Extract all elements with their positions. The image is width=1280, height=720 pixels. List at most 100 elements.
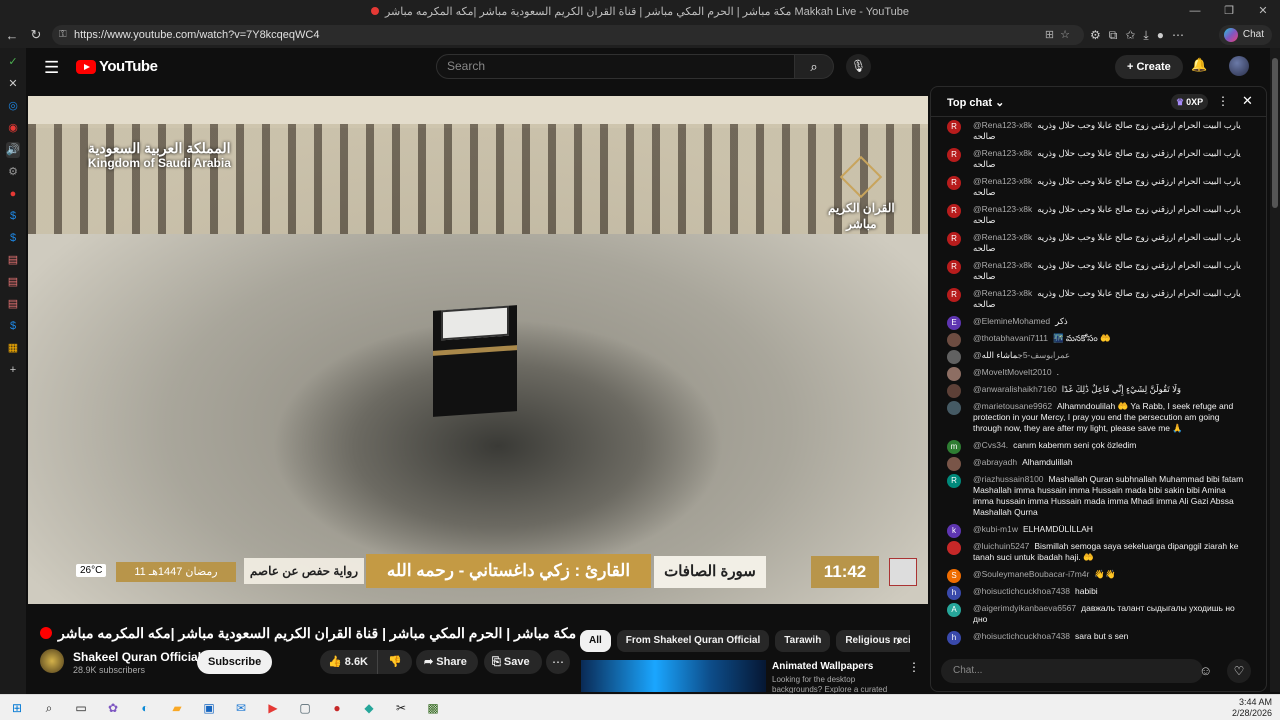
tab-icon-dollar-1[interactable]: $ [6,208,20,224]
minimize-button[interactable]: — [1178,0,1212,22]
dislike-button[interactable]: 👎 [378,650,412,674]
task-view-icon[interactable]: ▭ [70,699,92,717]
app-icon-5[interactable]: ▩ [422,699,444,717]
chat-username[interactable]: @abrayadh [973,457,1017,467]
chat-avatar[interactable]: R [947,288,961,302]
scrollbar-thumb[interactable] [1272,58,1278,208]
app-icon-3[interactable]: ◆ [358,699,380,717]
subscribe-button[interactable]: Subscribe [197,650,273,674]
notifications-icon[interactable]: 🔔 [1191,57,1207,73]
taskbar-clock[interactable]: 3:44 AM 2/28/2026 [1232,697,1272,719]
video-player[interactable]: المملكة العربية السعودية Kingdom of Saud… [28,96,928,604]
like-button[interactable]: 👍 8.6K [320,650,378,674]
site-info-icon[interactable]: ⚿ [59,25,67,45]
chat-username[interactable]: @hoisuctichcuckhoa7438 [973,631,1070,641]
app-icon-1[interactable]: ▢ [294,699,316,717]
chat-avatar[interactable] [947,457,961,471]
emoji-icon[interactable]: ☺ [1199,663,1212,678]
chip-tarawih[interactable]: Tarawih [775,630,831,652]
file-explorer-icon[interactable]: ▰ [166,699,188,717]
chat-avatar[interactable]: m [947,440,961,454]
chat-avatar[interactable]: S [947,569,961,583]
chevron-right-icon[interactable]: › [896,632,901,648]
chat-avatar[interactable] [947,333,961,347]
recommendation-menu-icon[interactable]: ⋮ [908,660,920,674]
channel-name[interactable]: Shakeel Quran Official [73,650,201,664]
chat-username[interactable]: @Rena123-x8k [973,176,1032,186]
close-chat-icon[interactable]: ✕ [1242,93,1253,109]
app-icon-4[interactable]: ✂ [390,699,412,717]
downloads-icon[interactable]: ⤓ [1143,25,1148,45]
chat-input[interactable]: Chat... [941,659,1203,683]
chat-avatar[interactable]: R [947,148,961,162]
edge-icon[interactable]: ◐ [134,699,156,717]
chat-avatar[interactable] [947,541,961,555]
chat-avatar[interactable]: R [947,232,961,246]
tab-icon-audio[interactable]: 🔊 [6,142,20,158]
reload-icon[interactable]: ↻ [24,27,48,43]
share-button[interactable]: ➦ Share [416,650,478,674]
tab-icon-dollar-2[interactable]: $ [6,230,20,246]
chat-username[interactable]: @kubi-m1w [973,524,1018,534]
chat-avatar[interactable]: R [947,474,961,488]
chat-username[interactable]: @Rena123-x8k [973,148,1032,158]
chat-avatar[interactable]: R [947,176,961,190]
chat-username[interactable]: @ElemineMohamed [973,316,1050,326]
tab-icon-image-1[interactable]: ▤ [6,252,20,268]
chip-from-channel[interactable]: From Shakeel Quran Official [616,630,770,652]
store-icon[interactable]: ▣ [198,699,220,717]
chat-username[interactable]: @Rena123-x8k [973,120,1032,130]
outlook-icon[interactable]: ✉ [230,699,252,717]
chat-avatar[interactable]: A [947,603,961,617]
page-scrollbar[interactable] [1270,48,1280,692]
maximize-button[interactable]: ❐ [1212,0,1246,22]
chat-username[interactable]: @SouleymaneBoubacar-i7m4r [973,569,1089,579]
profile-icon[interactable]: ● [1157,25,1164,45]
close-window-button[interactable]: ✕ [1246,0,1280,22]
search-button[interactable]: ⌕ [794,54,834,79]
xp-badge[interactable]: ♛ 0XP [1171,94,1209,110]
chat-avatar[interactable] [947,367,961,381]
chat-username[interactable]: @riazhussain8100 [973,474,1044,484]
chat-avatar[interactable] [947,401,961,415]
chat-avatar[interactable]: R [947,120,961,134]
chat-username[interactable]: @aigerimdyikanbaeva6567 [973,603,1076,613]
chat-username[interactable]: @anwaralishaikh7160 [973,384,1057,394]
add-tab-icon[interactable]: + [6,362,20,378]
heart-reaction-button[interactable]: ♡ [1227,659,1251,683]
copilot-taskbar-icon[interactable]: ✿ [102,699,124,717]
save-button[interactable]: ⎘ Save [484,650,542,674]
chat-avatar[interactable] [947,350,961,364]
chat-avatar[interactable] [947,384,961,398]
chat-username[interactable]: @Rena123-x8k [973,204,1032,214]
chat-avatar[interactable]: E [947,316,961,330]
tab-icon-image-2[interactable]: ▤ [6,274,20,290]
chip-all[interactable]: All [580,630,611,652]
windows-start-icon[interactable]: ⊞ [6,699,28,717]
tab-icon-check[interactable]: ✓ [6,54,20,70]
taskbar-search-icon[interactable]: ⌕ [38,699,60,717]
app-icon-2[interactable]: ● [326,699,348,717]
back-icon[interactable]: ← [0,28,24,43]
youtube-taskbar-icon[interactable]: ▶ [262,699,284,717]
split-screen-icon[interactable]: ⧉ [1109,25,1118,45]
search-input[interactable]: Search [436,54,796,79]
voice-search-button[interactable]: 🎙 [846,54,871,79]
tab-icon-settings[interactable]: ⚙ [6,164,20,180]
chat-username[interactable]: @thotabhavani7111 [973,333,1048,343]
url-field[interactable]: ⚿ https://www.youtube.com/watch?v=7Y8kcq… [52,25,1084,45]
youtube-logo[interactable]: YouTube [76,58,158,75]
tab-icon-image-3[interactable]: ▤ [6,296,20,312]
tab-icon-close[interactable]: ✕ [6,76,20,92]
more-actions-button[interactable]: ⋯ [546,650,570,674]
chat-avatar[interactable]: R [947,260,961,274]
chat-avatar[interactable]: k [947,524,961,538]
chat-username[interactable]: @hoisuctichcuckhoa7438 [973,586,1070,596]
chat-username[interactable]: @marietousane9962 [973,401,1052,411]
chat-username[interactable]: @MoveItMoveIt2010 [973,367,1052,377]
chat-username[interactable]: @Cvs34. [973,440,1008,450]
chat-username[interactable]: @luichuin5247 [973,541,1029,551]
chat-avatar[interactable]: h [947,586,961,600]
tab-icon-grid[interactable]: ▦ [6,340,20,356]
recommendation-thumbnail[interactable] [581,660,766,692]
